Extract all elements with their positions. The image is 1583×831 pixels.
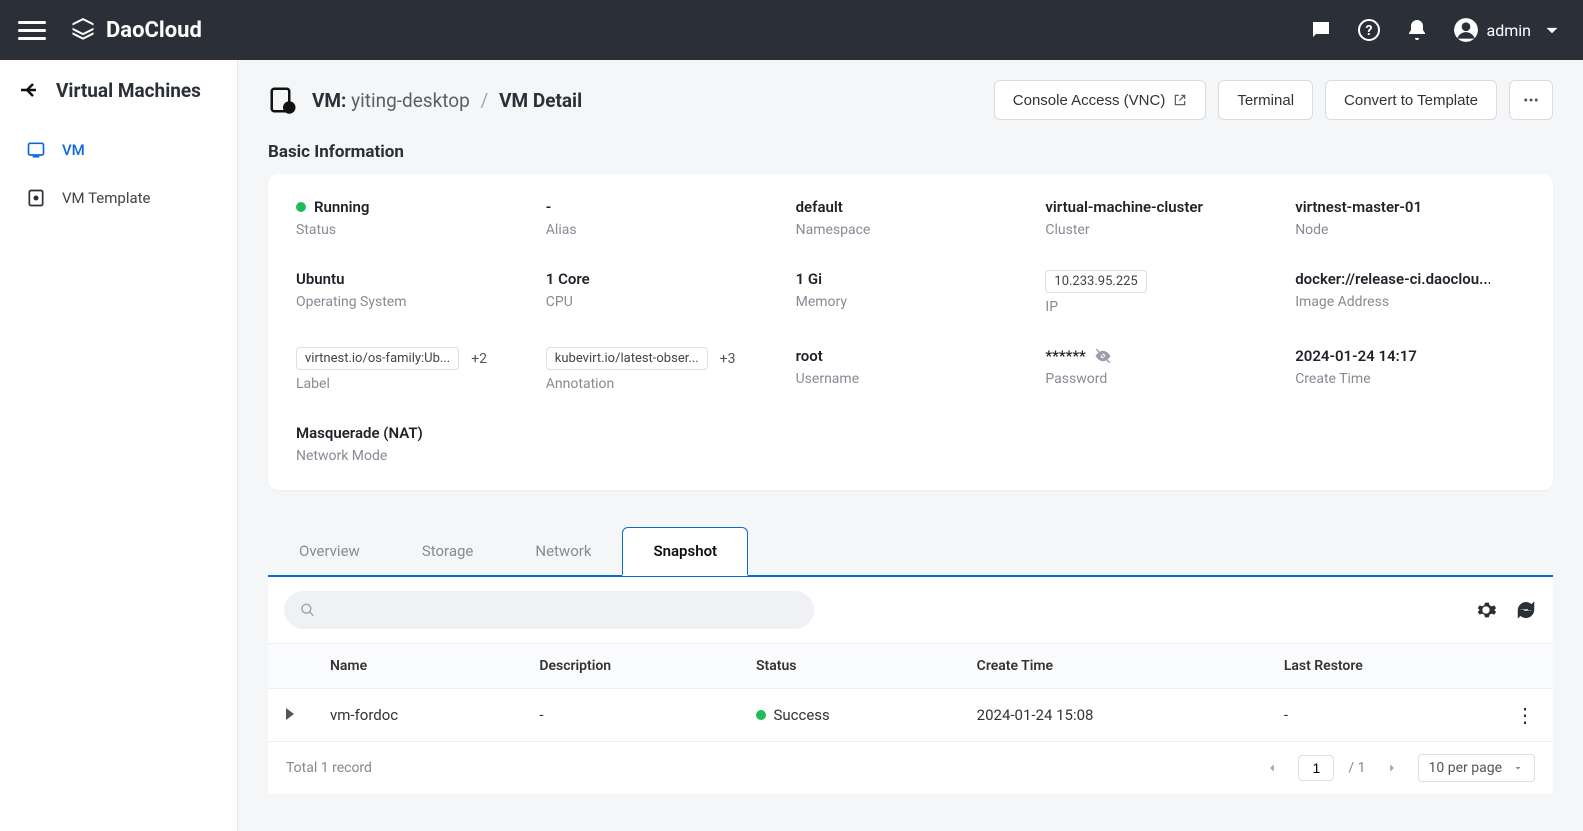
info-namespace: default Namespace <box>796 198 1026 238</box>
info-cluster: virtual-machine-cluster Cluster <box>1045 198 1275 238</box>
logo[interactable]: DaoCloud <box>68 15 202 45</box>
info-memory: 1 Gi Memory <box>796 270 1026 315</box>
cell-last-restore: - <box>1266 689 1497 742</box>
refresh-icon[interactable] <box>1515 599 1537 621</box>
section-title: Basic Information <box>268 142 1553 162</box>
info-alias: - Alias <box>546 198 776 238</box>
info-os: Ubuntu Operating System <box>296 270 526 315</box>
info-cpu: 1 Core CPU <box>546 270 776 315</box>
basic-info-card: Running Status - Alias default Namespace… <box>268 174 1553 490</box>
col-last-restore: Last Restore <box>1266 644 1497 689</box>
info-node: virtnest-master-01 Node <box>1295 198 1525 238</box>
col-description: Description <box>521 644 738 689</box>
dots-horizontal-icon <box>1522 91 1540 109</box>
topbar: DaoCloud ? admin <box>0 0 1583 60</box>
info-create-time: 2024-01-24 14:17 Create Time <box>1295 347 1525 392</box>
info-label: virtnest.io/os-family:Ub...+2 Label <box>296 347 526 392</box>
sidebar: Virtual Machines VM VM Template <box>0 60 238 831</box>
sidebar-item-label: VM Template <box>62 189 151 207</box>
eye-off-icon[interactable] <box>1094 347 1112 365</box>
vm-icon <box>26 140 46 160</box>
info-password: ****** Password <box>1045 347 1275 392</box>
help-icon[interactable]: ? <box>1357 18 1381 42</box>
tab-snapshot[interactable]: Snapshot <box>622 527 748 576</box>
bell-icon[interactable] <box>1405 18 1429 42</box>
brand-name: DaoCloud <box>106 18 202 43</box>
settings-icon[interactable] <box>1475 599 1497 621</box>
cell-create-time: 2024-01-24 15:08 <box>959 689 1266 742</box>
user-name: admin <box>1487 21 1531 40</box>
info-network-mode: Masquerade (NAT) Network Mode <box>296 424 526 464</box>
tabs: Overview Storage Network Snapshot <box>268 526 1553 577</box>
tab-overview[interactable]: Overview <box>268 527 391 576</box>
cell-description: - <box>521 689 738 742</box>
per-page-select[interactable]: 10 per page <box>1418 754 1535 782</box>
status-dot-icon <box>296 202 306 212</box>
sidebar-item-template[interactable]: VM Template <box>0 174 237 222</box>
prev-page-button[interactable] <box>1260 756 1284 780</box>
more-actions-button[interactable] <box>1509 80 1553 120</box>
table-row: vm-fordoc - Success 2024-01-24 15:08 - ⋮ <box>268 689 1553 742</box>
template-icon <box>26 188 46 208</box>
info-annotation: kubevirt.io/latest-obser...+3 Annotation <box>546 347 776 392</box>
console-access-button[interactable]: Console Access (VNC) <box>994 80 1207 120</box>
pagination: Total 1 record / 1 10 per page <box>268 742 1553 794</box>
breadcrumb-current: VM Detail <box>499 89 582 112</box>
messages-icon[interactable] <box>1309 18 1333 42</box>
snapshot-table: Name Description Status Create Time Last… <box>268 643 1553 742</box>
breadcrumb-vm-name[interactable]: yiting-desktop <box>351 89 470 112</box>
sidebar-header: Virtual Machines <box>0 78 237 126</box>
page-separator: / 1 <box>1348 760 1365 776</box>
tab-storage[interactable]: Storage <box>391 527 505 576</box>
next-page-button[interactable] <box>1380 756 1404 780</box>
user-icon <box>1453 17 1479 43</box>
chevron-down-icon <box>1539 17 1565 43</box>
vm-detail-icon <box>268 85 298 115</box>
cell-name: vm-fordoc <box>312 689 521 742</box>
sidebar-title: Virtual Machines <box>56 79 201 102</box>
expand-row-icon[interactable] <box>286 708 294 720</box>
table-controls <box>268 577 1553 643</box>
info-image: docker://release-ci.daoclou... Image Add… <box>1295 270 1525 315</box>
sidebar-item-label: VM <box>62 141 85 159</box>
svg-text:?: ? <box>1365 23 1372 39</box>
col-create-time: Create Time <box>959 644 1266 689</box>
back-arrow-icon[interactable] <box>18 78 42 102</box>
search-icon <box>300 602 315 618</box>
page-input[interactable] <box>1298 755 1334 781</box>
total-count: Total 1 record <box>286 760 372 776</box>
col-status: Status <box>738 644 959 689</box>
search-input-wrap[interactable] <box>284 591 814 629</box>
search-input[interactable] <box>323 602 798 618</box>
col-name: Name <box>312 644 521 689</box>
menu-toggle[interactable] <box>18 16 46 45</box>
external-link-icon <box>1173 93 1187 107</box>
info-status: Running Status <box>296 198 526 238</box>
user-menu[interactable]: admin <box>1453 17 1565 43</box>
breadcrumb: VM: yiting-desktop / VM Detail <box>312 89 582 112</box>
row-actions-icon[interactable]: ⋮ <box>1515 703 1535 727</box>
cell-status: Success <box>738 689 959 742</box>
info-ip: 10.233.95.225 IP <box>1045 270 1275 315</box>
terminal-button[interactable]: Terminal <box>1218 80 1313 120</box>
convert-template-button[interactable]: Convert to Template <box>1325 80 1497 120</box>
tab-network[interactable]: Network <box>504 527 622 576</box>
info-username: root Username <box>796 347 1026 392</box>
sidebar-item-vm[interactable]: VM <box>0 126 237 174</box>
status-dot-icon <box>756 710 766 720</box>
chevron-down-icon <box>1512 762 1524 774</box>
main-content: VM: yiting-desktop / VM Detail Console A… <box>238 60 1583 831</box>
logo-icon <box>68 15 98 45</box>
